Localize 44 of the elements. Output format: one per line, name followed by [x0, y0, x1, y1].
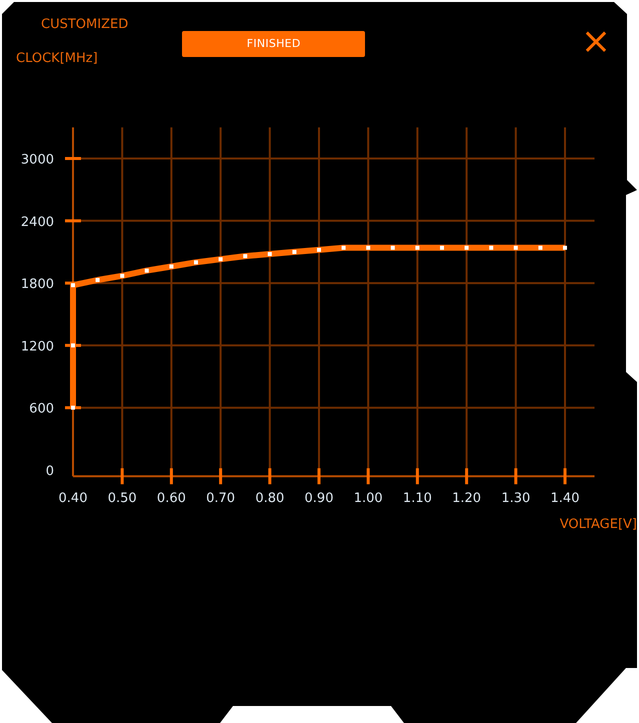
curve-point [144, 268, 149, 273]
x-tick-label: 0.50 [108, 491, 137, 506]
curve-point [440, 246, 444, 250]
curve-point [96, 278, 100, 282]
x-tick-label: 1.00 [354, 491, 383, 506]
x-tick-label: 0.90 [304, 491, 334, 506]
curve-point [489, 246, 494, 250]
x-tick-label: 1.10 [402, 491, 432, 506]
x-tick-label: 0.70 [206, 491, 236, 506]
x-tick-label: 1.40 [550, 491, 580, 506]
x-axis-title: VOLTAGE[V] [560, 517, 637, 532]
curve-point [538, 246, 542, 250]
curve-point [342, 246, 346, 250]
curve-point [71, 283, 75, 288]
curve-point [464, 246, 469, 250]
curve-point [120, 274, 124, 278]
curve-point [563, 246, 567, 250]
curve-point [71, 343, 75, 348]
y-tick-label: 0 [46, 464, 54, 479]
x-tick-label: 1.30 [501, 491, 530, 506]
y-tick-label: 3000 [20, 152, 54, 168]
curve-point [317, 248, 321, 252]
curve-point [292, 250, 296, 254]
y-tick-label: 1800 [20, 277, 54, 292]
x-tick-label: 0.80 [255, 491, 284, 506]
y-tick-label: 2400 [20, 214, 54, 230]
mode-title: CUSTOMIZED [41, 18, 128, 31]
curve-point [514, 246, 518, 250]
y-tick-label: 1200 [20, 339, 54, 354]
close-button[interactable]: × [580, 24, 611, 60]
curve-point [169, 264, 174, 268]
x-tick-label: 0.60 [156, 491, 186, 506]
curve-point [71, 406, 75, 410]
curve-point [390, 246, 395, 250]
x-tick-label: 1.20 [452, 491, 482, 506]
curve-point [415, 246, 420, 250]
curve-point [194, 260, 198, 264]
curve-point [243, 254, 248, 258]
curve-point [268, 252, 272, 256]
curve-point [218, 257, 223, 262]
y-axis-title: CLOCK[MHz] [16, 52, 98, 65]
x-tick-label: 0.40 [58, 491, 88, 506]
curve-point [366, 246, 370, 250]
y-tick-label: 600 [29, 402, 54, 417]
